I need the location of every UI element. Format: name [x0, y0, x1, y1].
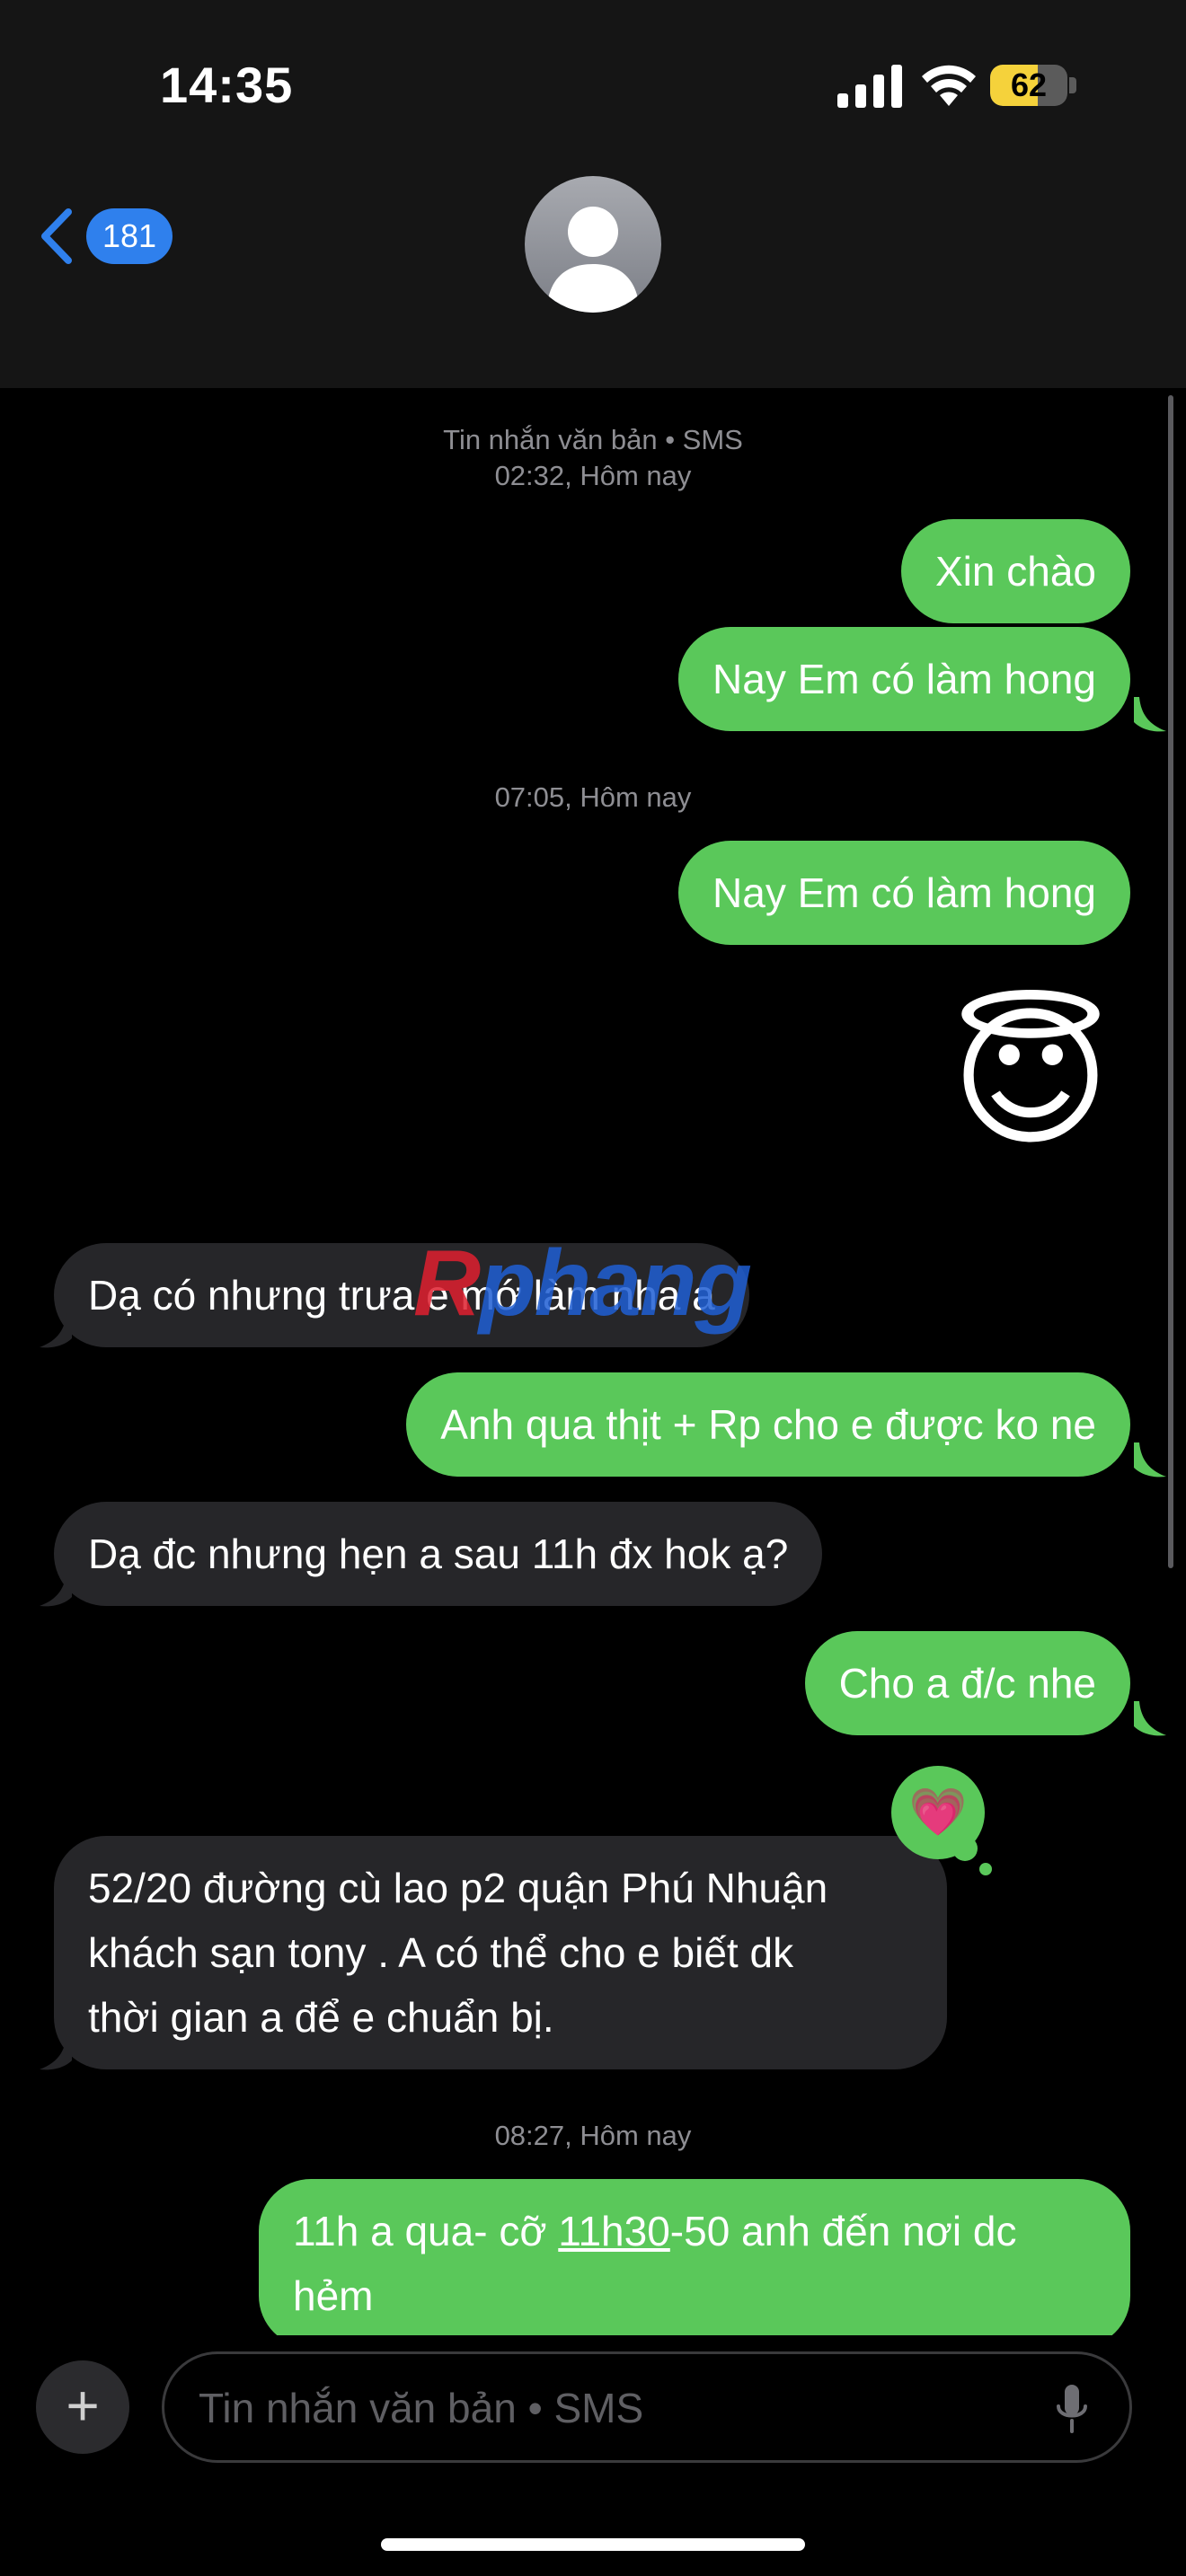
message-input-container[interactable] — [162, 2351, 1132, 2463]
microphone-icon[interactable] — [1054, 2383, 1090, 2437]
bubble-tail — [1134, 1442, 1166, 1478]
timestamp: 08:27, Hôm nay — [494, 2120, 692, 2151]
battery-percent: 62 — [1010, 66, 1048, 103]
sent-message[interactable]: 11h a qua- cỡ 11h30-50 anh đến nơi dc hẻ… — [259, 2179, 1130, 2348]
message-line: 52/20 đường cù lao p2 quận Phú Nhuận — [88, 1865, 828, 1911]
person-placeholder-icon — [546, 207, 640, 313]
message-line: hẻm — [293, 2272, 374, 2319]
wifi-icon — [922, 65, 976, 106]
message-line: thời gian a để e chuẩn bị. — [88, 1994, 554, 2041]
received-message[interactable]: 52/20 đường cù lao p2 quận Phú Nhuận khá… — [54, 1836, 947, 2069]
contact-avatar[interactable] — [525, 176, 661, 313]
bubble-tail — [40, 2035, 72, 2070]
bubble-tail — [40, 1313, 72, 1348]
scrollbar[interactable] — [1168, 395, 1173, 1568]
sent-emoji-message[interactable]: 😇 — [936, 984, 1125, 1173]
timestamp: 07:05, Hôm nay — [494, 781, 692, 813]
bubble-tail — [40, 1572, 72, 1607]
received-message[interactable]: Dạ đc nhưng hẹn a sau 11h đx hok ạ? — [54, 1502, 823, 1606]
add-attachment-button[interactable]: + — [36, 2360, 129, 2454]
bubble-tail — [1134, 697, 1166, 732]
battery-indicator: 62 — [990, 65, 1076, 106]
message-line: 11h a qua- cỡ 11h30-50 anh đến nơi dc — [293, 2208, 1017, 2254]
watermark-logo: Rphang — [413, 1231, 752, 1336]
back-button[interactable]: 181 — [36, 205, 180, 268]
chevron-left-icon — [41, 208, 72, 264]
unread-count-badge: 181 — [86, 208, 173, 264]
message-service-label: Tin nhắn văn bản • SMS — [443, 424, 743, 455]
detected-time-link[interactable]: 11h30 — [558, 2208, 670, 2254]
sent-message[interactable]: Xin chào — [900, 519, 1130, 623]
status-time: 14:35 — [160, 57, 294, 113]
sent-message[interactable]: Nay Em có làm hong — [678, 627, 1130, 731]
sent-message[interactable]: Cho a đ/c nhe — [804, 1631, 1130, 1735]
sent-message[interactable]: Anh qua thịt + Rp cho e được ko ne — [406, 1372, 1130, 1477]
message-input[interactable] — [197, 2354, 1009, 2462]
timestamp: 02:32, Hôm nay — [494, 460, 692, 491]
bubble-tail — [1134, 1701, 1166, 1736]
tapback-dot — [952, 1836, 978, 1861]
message-line: khách sạn tony . A có thể cho e biết dk — [88, 1929, 794, 1976]
sent-message[interactable]: Nay Em có làm hong — [678, 841, 1130, 945]
home-indicator[interactable] — [381, 2538, 805, 2551]
tapback-dot — [979, 1863, 992, 1875]
cellular-signal-icon — [837, 65, 902, 108]
